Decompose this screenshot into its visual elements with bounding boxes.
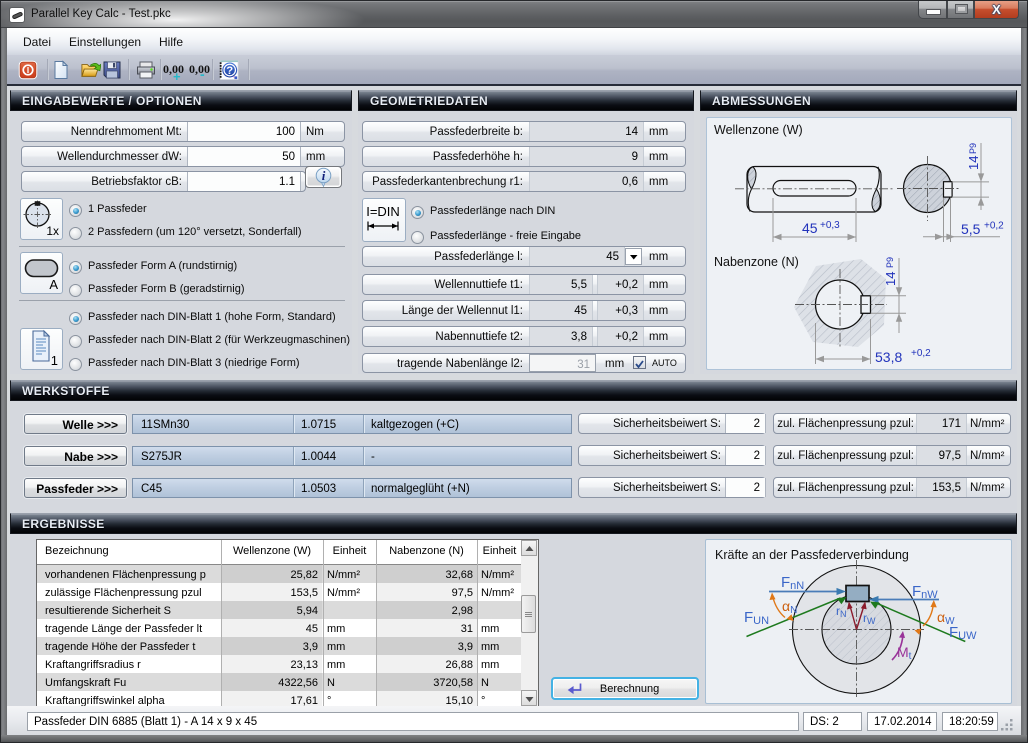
svg-text:Nabenzone (N): Nabenzone (N)	[714, 255, 799, 269]
svg-text:+0,2: +0,2	[911, 348, 931, 359]
svg-text:FnW: FnW	[912, 583, 938, 601]
svg-text:P9: P9	[885, 257, 895, 268]
svg-text:53,8: 53,8	[875, 349, 902, 365]
svg-text:14: 14	[883, 272, 898, 286]
svg-text:I=DIN: I=DIN	[366, 204, 400, 219]
svg-text:αN: αN	[782, 598, 797, 616]
svg-text:45: 45	[802, 220, 818, 236]
svg-text:+0,2: +0,2	[984, 221, 1004, 232]
svg-text:FUN: FUN	[744, 609, 769, 627]
svg-text:Kräfte an der Passfederverbind: Kräfte an der Passfederverbindung	[715, 548, 909, 562]
svg-text:14: 14	[966, 156, 981, 170]
svg-text:5,5: 5,5	[961, 221, 981, 237]
svg-text:P9: P9	[968, 143, 978, 154]
svg-text:i: i	[322, 168, 326, 183]
svg-text:FnN: FnN	[781, 574, 804, 592]
svg-text:+0,3: +0,3	[820, 220, 840, 231]
svg-text:αW: αW	[937, 609, 955, 627]
svg-text:Wellenzone (W): Wellenzone (W)	[714, 123, 803, 137]
svg-text:?: ?	[226, 65, 233, 77]
